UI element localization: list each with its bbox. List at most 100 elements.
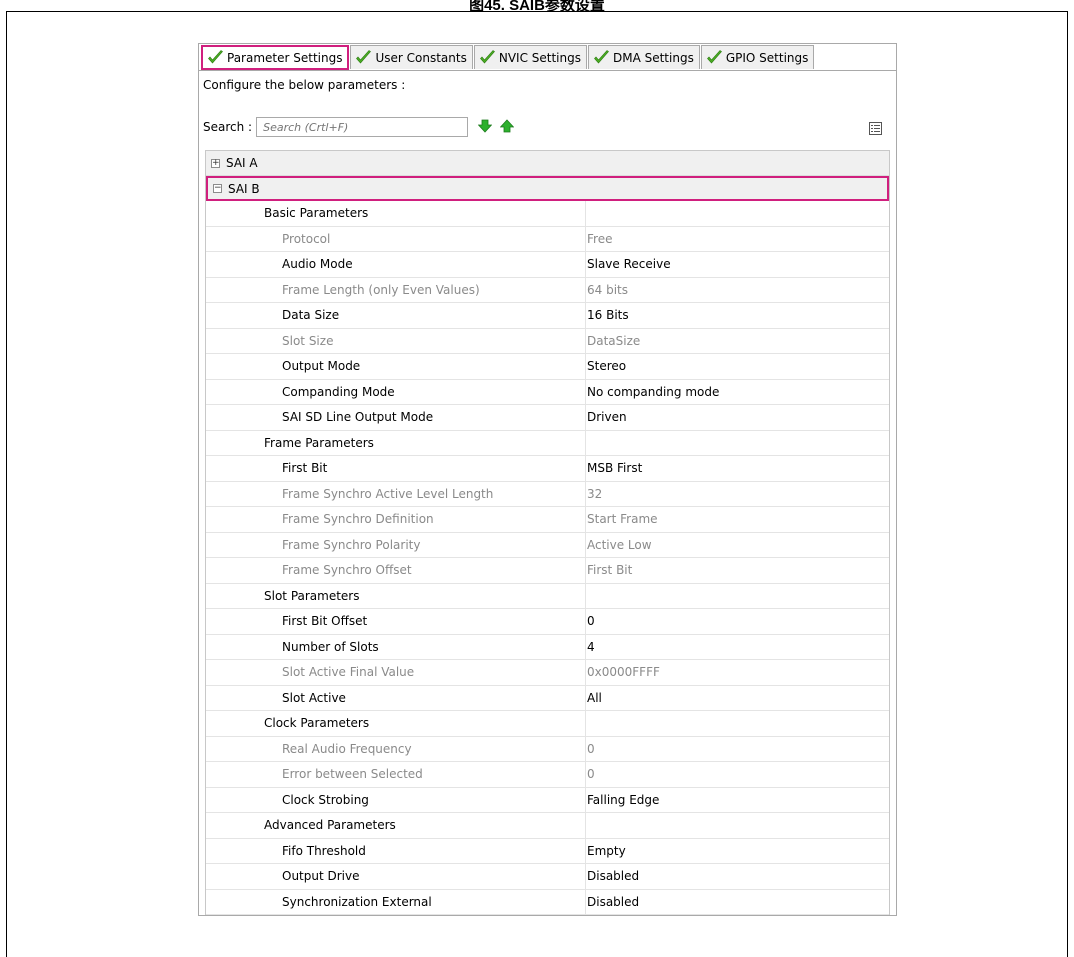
parameter-row[interactable]: Slot Active Final Value 0x0000FFFF (206, 660, 889, 686)
parameter-name: First Bit (206, 456, 586, 481)
parameter-name: Frame Length (only Even Values) (206, 277, 586, 302)
parameter-value[interactable]: Driven (586, 405, 889, 430)
tab-nvic-settings[interactable]: NVIC Settings (473, 45, 587, 69)
parameter-row[interactable]: Fifo Threshold Empty (206, 838, 889, 864)
parameter-name: Frame Synchro Active Level Length (206, 481, 586, 506)
group-sai-b[interactable]: − SAI B (206, 176, 889, 201)
section-header-row: Clock Parameters (206, 711, 889, 737)
tab-label: NVIC Settings (498, 50, 581, 65)
list-view-icon[interactable] (869, 120, 882, 139)
parameter-value: Free (587, 231, 613, 246)
parameter-row[interactable]: Error between Selected 0 (206, 762, 889, 788)
parameter-name: Data Size (206, 303, 586, 328)
tab-divider (199, 70, 896, 71)
section-header-row: Advanced Parameters (206, 813, 889, 839)
parameter-value[interactable]: Disabled (586, 890, 889, 915)
parameter-value[interactable]: No companding mode (586, 380, 889, 405)
minus-box-icon[interactable]: − (213, 184, 222, 193)
parameter-value[interactable]: MSB First (586, 456, 889, 481)
parameter-value: First Bit (587, 563, 633, 578)
parameter-value[interactable]: 16 Bits (586, 303, 889, 328)
parameter-name: Number of Slots (206, 634, 586, 659)
parameter-row[interactable]: Real Audio Frequency 0 (206, 736, 889, 762)
parameter-value[interactable]: 0 (586, 609, 889, 634)
parameter-value: 0x0000FFFF (587, 665, 660, 680)
tab-parameter-settings[interactable]: Parameter Settings (201, 45, 350, 70)
search-input[interactable] (256, 117, 469, 137)
configure-label: Configure the below parameters : (203, 78, 406, 92)
parameter-name: Frame Synchro Polarity (206, 532, 586, 557)
group-sai-a[interactable]: + SAI A (206, 151, 889, 176)
parameter-row[interactable]: Audio Mode Slave Receive (206, 252, 889, 278)
parameter-row[interactable]: Frame Synchro Polarity Active Low (206, 532, 889, 558)
parameter-name: Clock Strobing (206, 787, 586, 812)
parameter-row[interactable]: Protocol Free (206, 226, 889, 252)
section-name: Clock Parameters (206, 711, 586, 736)
arrow-up-icon[interactable] (499, 118, 515, 136)
parameter-value: DataSize (587, 333, 641, 348)
parameter-row[interactable]: Frame Synchro Definition Start Frame (206, 507, 889, 533)
parameter-value: Active Low (587, 537, 652, 552)
parameter-value[interactable]: Empty (586, 839, 889, 864)
parameter-row[interactable]: Clock Strobing Falling Edge (206, 787, 889, 813)
parameter-tree: + SAI A − SAI B Basic Parameters Protocol Free… (205, 150, 890, 915)
parameter-value (586, 201, 889, 226)
parameter-name: Slot Size (206, 328, 586, 353)
parameter-row[interactable]: First Bit MSB First (206, 456, 889, 482)
parameter-name: Synchronization External (206, 889, 586, 914)
parameter-value (586, 431, 889, 456)
tab-dma-settings[interactable]: DMA Settings (587, 45, 700, 69)
parameter-row[interactable]: Number of Slots 4 (206, 634, 889, 660)
parameter-name: First Bit Offset (206, 609, 586, 634)
parameter-name: Output Mode (206, 354, 586, 379)
tab-label: User Constants (375, 50, 467, 65)
arrow-down-icon[interactable] (477, 119, 493, 136)
parameter-row[interactable]: SAI SD Line Output Mode Driven (206, 405, 889, 431)
parameter-row[interactable]: Data Size 16 Bits (206, 303, 889, 329)
parameter-row[interactable]: Output Drive Disabled (206, 864, 889, 890)
search-label: Search : (203, 120, 253, 134)
parameter-name: Slot Active (206, 685, 586, 710)
tab-label: Parameter Settings (227, 50, 343, 65)
parameter-value: 64 bits (587, 282, 628, 297)
parameter-name: Protocol (206, 226, 586, 251)
tab-gpio-settings[interactable]: GPIO Settings (700, 45, 815, 69)
check-icon (479, 49, 499, 66)
parameter-value: 32 (587, 486, 603, 501)
parameter-row[interactable]: Frame Length (only Even Values) 64 bits (206, 277, 889, 303)
tab-label: DMA Settings (612, 50, 694, 65)
section-name: Basic Parameters (206, 201, 586, 226)
parameter-value[interactable]: All (586, 686, 889, 711)
parameter-row[interactable]: Frame Synchro Offset First Bit (206, 558, 889, 584)
parameter-value[interactable]: Falling Edge (586, 788, 889, 813)
section-name: Advanced Parameters (206, 813, 586, 838)
parameter-value[interactable]: Stereo (586, 354, 889, 379)
plus-box-icon[interactable]: + (211, 158, 220, 168)
parameter-name: Output Drive (206, 864, 586, 889)
configuration-panel: Parameter Settings User Constants NVIC Set… (198, 43, 897, 916)
parameter-row[interactable]: Slot Size DataSize (206, 328, 889, 354)
section-header-row: Slot Parameters (206, 583, 889, 609)
parameter-value[interactable]: Disabled (586, 864, 889, 889)
parameter-row[interactable]: Slot Active All (206, 685, 889, 711)
check-icon (706, 49, 726, 66)
parameter-value (586, 813, 889, 838)
parameter-value: 0 (587, 767, 595, 782)
section-name: Slot Parameters (206, 583, 586, 608)
parameter-row[interactable]: Frame Synchro Active Level Length 32 (206, 481, 889, 507)
parameter-row[interactable]: Synchronization External Disabled (206, 889, 889, 915)
parameter-value[interactable]: Slave Receive (586, 252, 889, 277)
parameter-row[interactable]: Output Mode Stereo (206, 354, 889, 380)
tab-user-constants[interactable]: User Constants (350, 45, 473, 69)
parameter-name: Audio Mode (206, 252, 586, 277)
parameter-name: Slot Active Final Value (206, 660, 586, 685)
check-icon (593, 49, 613, 66)
section-header-row: Basic Parameters (206, 201, 889, 227)
check-icon (207, 49, 227, 66)
parameter-row[interactable]: First Bit Offset 0 (206, 609, 889, 635)
parameter-value[interactable]: 4 (586, 635, 889, 660)
parameter-name: Real Audio Frequency (206, 736, 586, 761)
parameter-value: 0 (587, 741, 595, 756)
parameter-name: Frame Synchro Offset (206, 558, 586, 583)
parameter-row[interactable]: Companding Mode No companding mode (206, 379, 889, 405)
